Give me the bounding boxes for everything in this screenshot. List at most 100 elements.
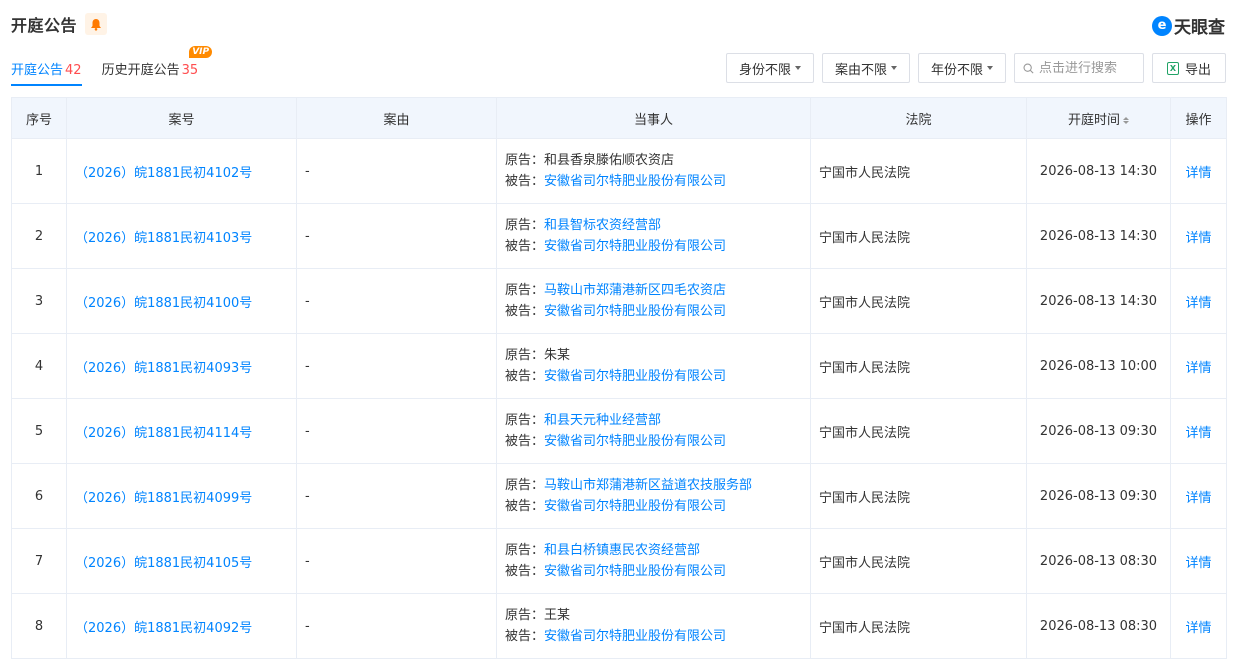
plaintiff-name: 和县香泉滕佑顺农资店 xyxy=(544,153,675,168)
court-name: 宁国市人民法院 xyxy=(810,268,1027,334)
defendant-line: 被告：安徽省司尔特肥业股份有限公司 xyxy=(505,301,809,322)
export-button[interactable]: X 导出 xyxy=(1152,53,1226,83)
caret-down-icon xyxy=(987,66,993,70)
defendant-label: 被告： xyxy=(505,564,545,579)
court-name: 宁国市人民法院 xyxy=(810,593,1027,659)
filter-bar: 身份不限 案由不限 年份不限 X 导出 xyxy=(725,53,1226,83)
plaintiff-label: 原告： xyxy=(505,348,545,363)
col-header-hearing-time[interactable]: 开庭时间 xyxy=(1026,97,1171,139)
case-number-link[interactable]: （2026）皖1881民初4102号 xyxy=(75,166,252,181)
court-name: 宁国市人民法院 xyxy=(810,138,1027,204)
plaintiff-name[interactable]: 和县天元种业经营部 xyxy=(544,413,661,428)
detail-link[interactable]: 详情 xyxy=(1185,361,1211,376)
caret-down-icon xyxy=(890,66,897,70)
plaintiff-label: 原告： xyxy=(505,478,545,493)
defendant-line: 被告：安徽省司尔特肥业股份有限公司 xyxy=(505,236,809,257)
plaintiff-label: 原告： xyxy=(505,413,545,428)
case-cause: - xyxy=(296,138,497,204)
tab-history-announcements[interactable]: 历史开庭公告 35 VIP xyxy=(101,46,213,86)
defendant-line: 被告：安徽省司尔特肥业股份有限公司 xyxy=(505,366,809,387)
defendant-line: 被告：安徽省司尔特肥业股份有限公司 xyxy=(505,561,809,582)
case-number-link[interactable]: （2026）皖1881民初4093号 xyxy=(75,361,252,376)
detail-link[interactable]: 详情 xyxy=(1185,491,1211,506)
tab-count: 42 xyxy=(65,63,82,78)
case-cause: - xyxy=(296,203,497,269)
table-row: 5 （2026）皖1881民初4114号 - 原告：和县天元种业经营部被告：安徽省司尔… xyxy=(11,398,1227,464)
defendant-name[interactable]: 安徽省司尔特肥业股份有限公司 xyxy=(544,434,726,449)
defendant-line: 被告：安徽省司尔特肥业股份有限公司 xyxy=(505,626,809,647)
detail-link[interactable]: 详情 xyxy=(1185,166,1211,181)
plaintiff-name[interactable]: 和县白桥镇惠民农资经营部 xyxy=(544,543,700,558)
caret-down-icon xyxy=(794,66,801,70)
plaintiff-name[interactable]: 马鞍山市郑蒲港新区四毛农资店 xyxy=(544,283,726,298)
case-cause: - xyxy=(296,398,497,464)
case-number-link[interactable]: （2026）皖1881民初4100号 xyxy=(75,296,252,311)
plaintiff-name: 朱某 xyxy=(544,348,571,363)
case-cause: - xyxy=(296,593,497,659)
hearing-time: 2026-08-13 10:00 xyxy=(1026,333,1171,399)
plaintiff-label: 原告： xyxy=(505,218,545,233)
cause-filter-dropdown[interactable]: 案由不限 xyxy=(821,53,910,83)
table-row: 4 （2026）皖1881民初4093号 - 原告：朱某 被告：安徽省司尔特肥业股份有限… xyxy=(11,333,1227,399)
detail-link[interactable]: 详情 xyxy=(1185,621,1211,636)
case-number-link[interactable]: （2026）皖1881民初4099号 xyxy=(75,491,252,506)
hearing-time: 2026-08-13 14:30 xyxy=(1026,138,1171,204)
detail-link[interactable]: 详情 xyxy=(1185,296,1211,311)
tab-count: 35 xyxy=(181,63,199,78)
col-header-parties: 当事人 xyxy=(496,97,811,139)
defendant-name[interactable]: 安徽省司尔特肥业股份有限公司 xyxy=(544,629,726,644)
dropdown-label: 身份不限 xyxy=(738,62,791,78)
case-cause: - xyxy=(296,528,497,594)
case-number-link[interactable]: （2026）皖1881民初4114号 xyxy=(75,426,252,441)
defendant-name[interactable]: 安徽省司尔特肥业股份有限公司 xyxy=(544,564,726,579)
plaintiff-name[interactable]: 和县智标农资经营部 xyxy=(544,218,661,233)
logo-mark-icon: e xyxy=(1152,15,1172,36)
plaintiff-name: 王某 xyxy=(544,608,571,623)
court-name: 宁国市人民法院 xyxy=(810,203,1027,269)
table-header-row: 序号 案号 案由 当事人 法院 开庭时间 操作 xyxy=(11,97,1227,139)
detail-link[interactable]: 详情 xyxy=(1185,426,1211,441)
defendant-name[interactable]: 安徽省司尔特肥业股份有限公司 xyxy=(544,174,726,189)
table-row: 1 （2026）皖1881民初4102号 - 原告：和县香泉滕佑顺农资店 被告：安徽省司… xyxy=(11,138,1227,204)
excel-icon: X xyxy=(1166,61,1179,75)
defendant-name[interactable]: 安徽省司尔特肥业股份有限公司 xyxy=(544,369,726,384)
court-name: 宁国市人民法院 xyxy=(810,528,1027,594)
col-header-label: 开庭时间 xyxy=(1067,112,1120,128)
tianyancha-logo: e 天眼查 xyxy=(1152,13,1225,38)
plaintiff-name[interactable]: 马鞍山市郑蒲港新区益道农技服务部 xyxy=(544,478,752,493)
detail-link[interactable]: 详情 xyxy=(1185,231,1211,246)
year-filter-dropdown[interactable]: 年份不限 xyxy=(917,53,1006,83)
col-header-no: 序号 xyxy=(11,97,67,139)
defendant-line: 被告：安徽省司尔特肥业股份有限公司 xyxy=(505,431,809,452)
tab-label: 历史开庭公告 xyxy=(101,63,180,78)
defendant-label: 被告： xyxy=(505,304,545,319)
case-number-link[interactable]: （2026）皖1881民初4092号 xyxy=(75,621,252,636)
case-number-link[interactable]: （2026）皖1881民初4105号 xyxy=(75,556,252,571)
bell-icon[interactable] xyxy=(85,13,108,35)
court-name: 宁国市人民法院 xyxy=(810,463,1027,529)
logo-text: 天眼查 xyxy=(1174,18,1225,38)
defendant-name[interactable]: 安徽省司尔特肥业股份有限公司 xyxy=(544,239,726,254)
tab-court-announcements[interactable]: 开庭公告 42 xyxy=(11,59,82,86)
hearing-time: 2026-08-13 08:30 xyxy=(1026,528,1171,594)
identity-filter-dropdown[interactable]: 身份不限 xyxy=(725,53,814,83)
hearing-time: 2026-08-13 09:30 xyxy=(1026,398,1171,464)
defendant-name[interactable]: 安徽省司尔特肥业股份有限公司 xyxy=(544,499,726,514)
table-row: 7 （2026）皖1881民初4105号 - 原告：和县白桥镇惠民农资经营部 被告：安徽… xyxy=(11,528,1227,594)
detail-link[interactable]: 详情 xyxy=(1185,556,1211,571)
case-number-link[interactable]: （2026）皖1881民初4103号 xyxy=(75,231,252,246)
row-number: 8 xyxy=(11,593,67,659)
row-number: 2 xyxy=(11,203,67,269)
section-header: 开庭公告 xyxy=(11,12,108,36)
tab-bar: 开庭公告 42 历史开庭公告 35 VIP xyxy=(11,46,213,86)
row-number: 5 xyxy=(11,398,67,464)
hearing-time: 2026-08-13 14:30 xyxy=(1026,268,1171,334)
defendant-name[interactable]: 安徽省司尔特肥业股份有限公司 xyxy=(544,304,726,319)
col-header-court: 法院 xyxy=(810,97,1027,139)
defendant-line: 被告：安徽省司尔特肥业股份有限公司 xyxy=(505,171,809,192)
search-input[interactable] xyxy=(1039,60,1135,76)
section-title: 开庭公告 xyxy=(11,16,78,35)
dropdown-label: 案由不限 xyxy=(834,62,887,78)
row-number: 6 xyxy=(11,463,67,529)
court-name: 宁国市人民法院 xyxy=(810,333,1027,399)
